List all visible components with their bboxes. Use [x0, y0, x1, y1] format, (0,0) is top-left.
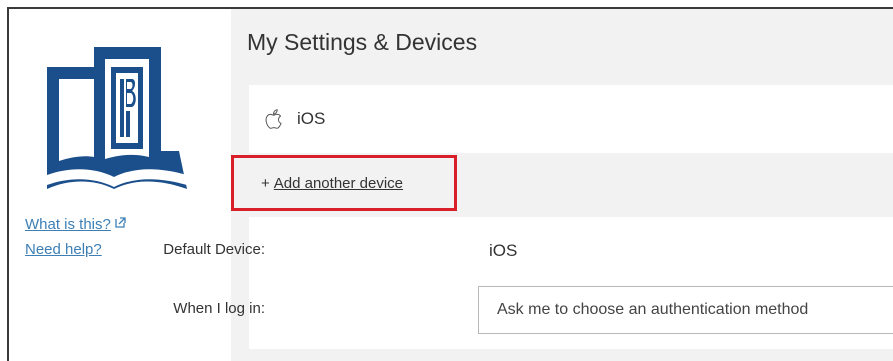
external-link-icon — [115, 217, 126, 228]
default-device-label: Default Device: — [163, 241, 265, 258]
what-is-this-label: What is this? — [25, 216, 111, 233]
need-help-link[interactable]: Need help? — [25, 241, 126, 258]
add-another-device-link[interactable]: + Add another device — [231, 155, 457, 211]
app-frame: What is this? Need help? My Settings & D… — [7, 7, 893, 361]
help-links: What is this? Need help? — [25, 216, 126, 266]
default-device-value: iOS — [489, 241, 518, 260]
page-title: My Settings & Devices — [247, 29, 478, 55]
what-is-this-link[interactable]: What is this? — [25, 216, 126, 233]
plus-icon: + — [261, 174, 270, 192]
when-log-in-label: When I log in: — [173, 300, 265, 317]
logo-icon — [47, 47, 187, 189]
settings-panel: My Settings & Devices iOS + Add another … — [163, 9, 893, 361]
add-device-label: Add another device — [273, 174, 404, 192]
device-name: iOS — [297, 109, 326, 128]
auth-method-select[interactable]: Ask me to choose an authentication metho… — [478, 286, 893, 334]
apple-icon — [265, 109, 282, 129]
device-row-ios[interactable]: iOS — [249, 85, 893, 153]
preferences-section: Default Device: iOS When I log in: Ask m… — [163, 217, 893, 349]
